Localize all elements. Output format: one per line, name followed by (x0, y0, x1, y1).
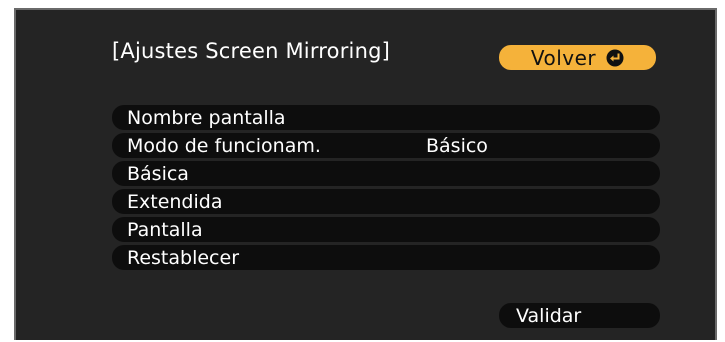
menu-item-label: Restablecer (127, 247, 240, 269)
back-button-label: Volver (530, 45, 597, 70)
back-button[interactable]: Volver (499, 45, 656, 70)
menu-item-label: Pantalla (127, 219, 203, 241)
menu-item-label: Nombre pantalla (127, 107, 286, 129)
menu-item-extendida[interactable]: Extendida (112, 189, 660, 214)
menu-item-basica[interactable]: Básica (112, 161, 660, 186)
settings-menu: Nombre pantalla Modo de funcionam. Básic… (112, 105, 660, 273)
menu-item-label: Básica (127, 163, 189, 185)
menu-item-restablecer[interactable]: Restablecer (112, 245, 660, 270)
validate-button[interactable]: Validar (499, 303, 660, 328)
menu-item-label: Extendida (127, 191, 223, 213)
menu-item-label: Modo de funcionam. (127, 135, 321, 157)
menu-item-pantalla[interactable]: Pantalla (112, 217, 660, 242)
validate-button-label: Validar (516, 305, 582, 327)
dialog-title: [Ajustes Screen Mirroring] (112, 39, 391, 63)
menu-item-value: Básico (426, 135, 488, 157)
enter-return-icon (606, 49, 624, 66)
settings-dialog: [Ajustes Screen Mirroring] Volver Nombre… (14, 8, 717, 340)
menu-item-nombre-pantalla[interactable]: Nombre pantalla (112, 105, 660, 130)
menu-item-modo-funcionamiento[interactable]: Modo de funcionam. Básico (112, 133, 660, 158)
